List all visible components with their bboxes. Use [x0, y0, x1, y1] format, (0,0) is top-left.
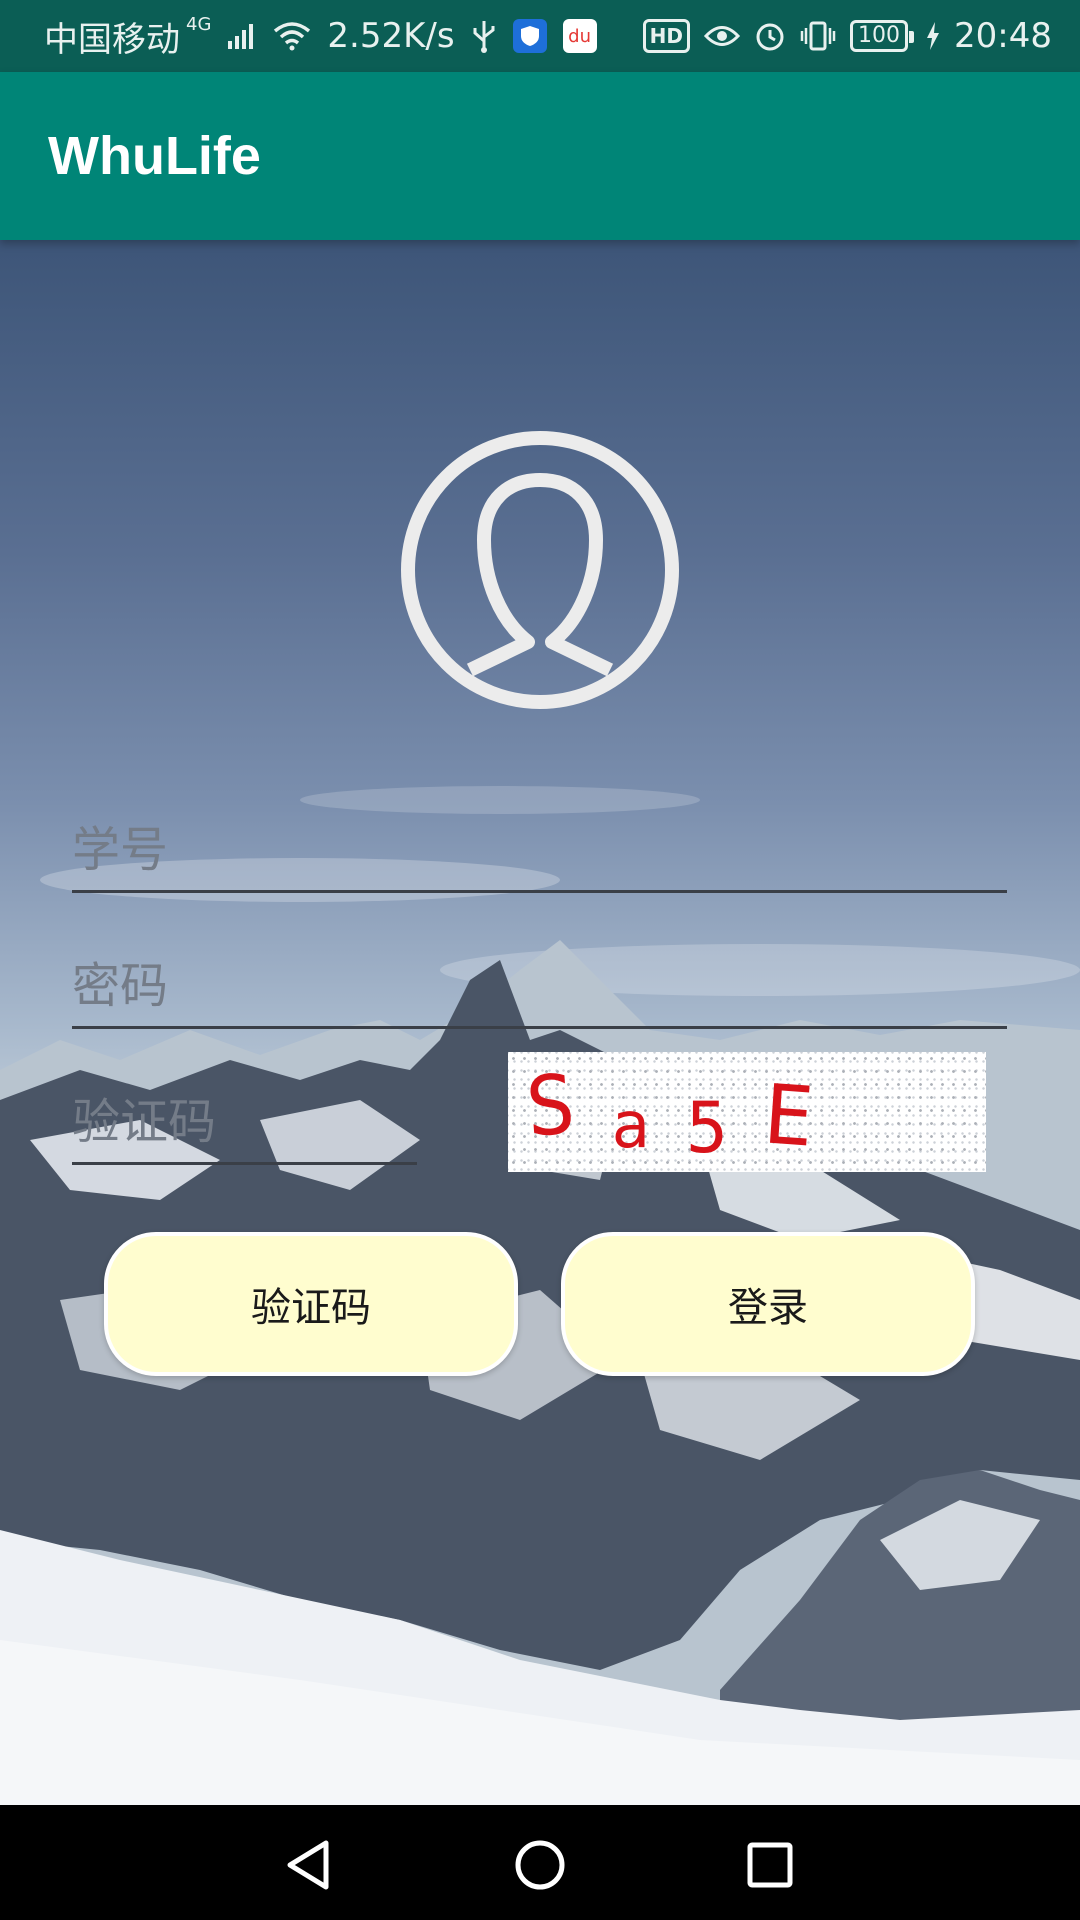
home-circle-icon[interactable] [510, 1835, 570, 1895]
login-screen: 中国移动 4G 2.52K/s du HD 100 20:48 WhuLife … [0, 0, 1080, 1920]
alarm-icon [754, 20, 786, 52]
password-field[interactable] [72, 946, 1007, 1029]
network-type-label: 4G [186, 14, 212, 35]
password-input[interactable] [72, 946, 1007, 1026]
battery-indicator: 100 [850, 20, 915, 52]
captcha-field[interactable] [72, 1082, 417, 1165]
captcha-char: 5 [685, 1087, 729, 1169]
back-triangle-icon[interactable] [278, 1835, 338, 1895]
get-captcha-button[interactable]: 验证码 [104, 1232, 518, 1376]
eye-icon [704, 21, 741, 51]
login-button[interactable]: 登录 [561, 1232, 975, 1376]
student-id-field[interactable] [72, 810, 1007, 893]
map-app-icon: du [562, 19, 597, 53]
captcha-char: E [760, 1066, 817, 1166]
system-navigation-bar [0, 1805, 1080, 1920]
charging-bolt-icon [926, 22, 940, 50]
user-circle-icon [401, 431, 679, 709]
vibrate-icon [800, 20, 836, 52]
shield-app-icon [512, 19, 547, 53]
captcha-image[interactable]: S a 5 E [508, 1052, 986, 1172]
captcha-input[interactable] [72, 1082, 417, 1162]
app-title: WhuLife [48, 126, 261, 186]
app-bar: WhuLife [0, 72, 1080, 240]
network-speed-label: 2.52K/s [327, 16, 455, 56]
carrier-label: 中国移动 [44, 19, 180, 60]
student-id-input[interactable] [72, 810, 1007, 890]
captcha-char: S [522, 1056, 579, 1156]
status-bar: 中国移动 4G 2.52K/s du HD 100 20:48 [0, 0, 1080, 72]
usb-icon [471, 19, 497, 53]
recent-square-icon[interactable] [740, 1835, 800, 1895]
wifi-icon [273, 21, 311, 51]
clock-label: 20:48 [954, 16, 1052, 56]
signal-icon [227, 21, 257, 51]
captcha-char: a [611, 1089, 650, 1163]
hd-voice-label: HD [642, 19, 691, 53]
captcha-characters: S a 5 E [508, 1052, 986, 1172]
